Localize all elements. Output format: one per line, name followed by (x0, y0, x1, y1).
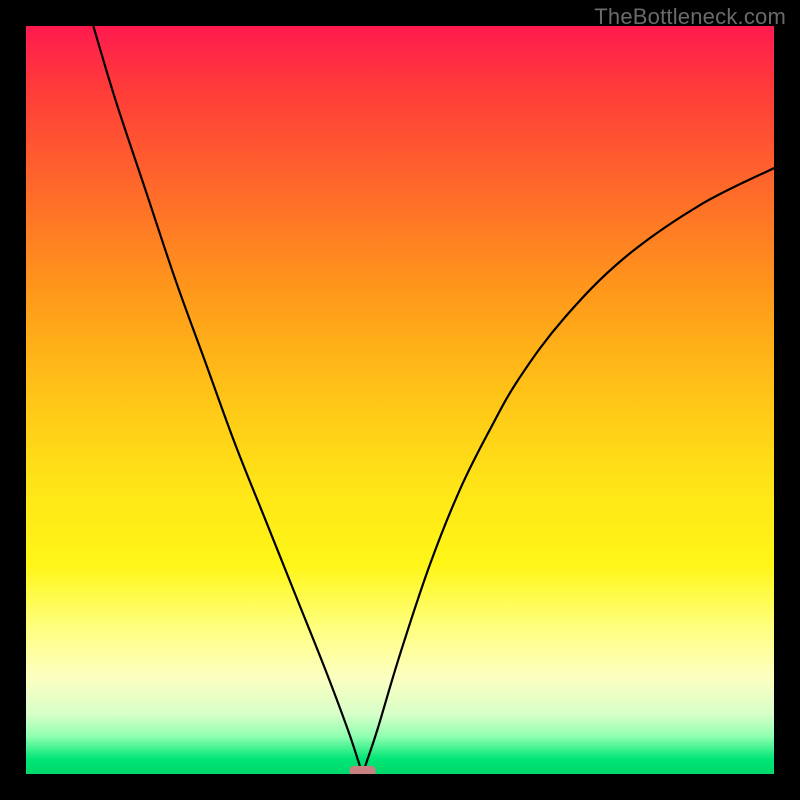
curve-svg (26, 26, 774, 774)
watermark-text: TheBottleneck.com (594, 4, 786, 30)
chart-frame: TheBottleneck.com (0, 0, 800, 800)
plot-area (26, 26, 774, 774)
bottleneck-curve (93, 26, 774, 774)
min-marker (350, 766, 376, 774)
